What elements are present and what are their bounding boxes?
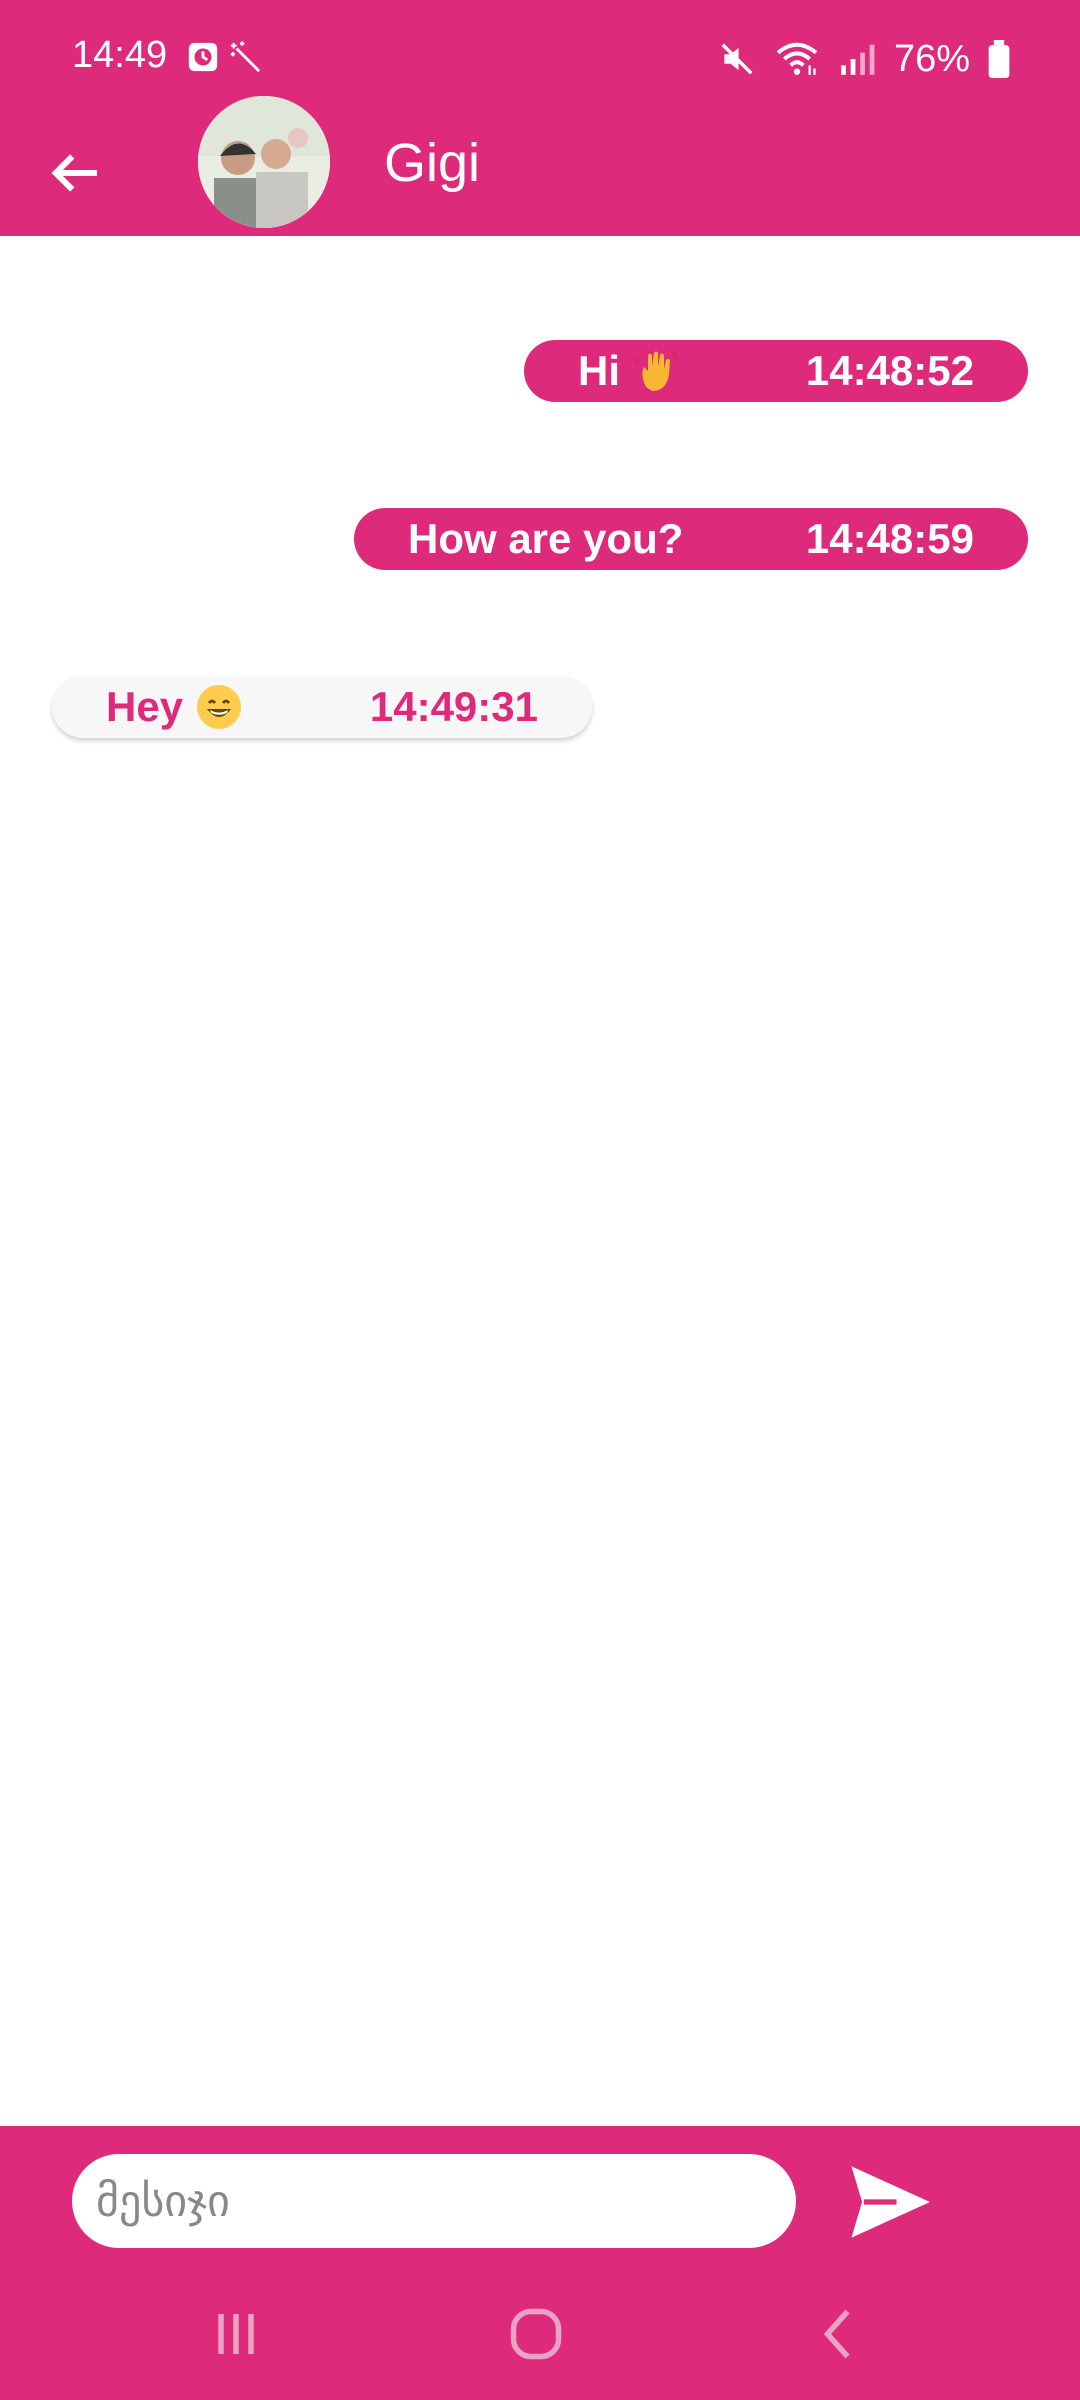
recent-apps-icon[interactable] [206,2304,266,2364]
battery-percentage: 76% [893,37,970,80]
message-time: 14:48:52 [805,347,974,394]
status-bar: 14:49 76% [0,0,1080,118]
waving-hand-emoji [635,351,678,391]
home-icon[interactable] [506,2304,566,2364]
mute-icon [721,43,753,75]
battery-icon [988,40,1010,78]
message-bubble-outgoing[interactable]: Hi 14:48:52 [524,340,1028,402]
send-icon[interactable] [850,2166,930,2238]
grinning-face-emoji [197,685,242,729]
message-bubble-incoming[interactable]: Hey 14:49:31 [52,676,592,738]
message-text: Hi [578,347,620,394]
message-input[interactable] [72,2154,796,2248]
message-list[interactable]: Hi 14:48:52 How are you? 14:48:59 Hey 14… [0,236,1080,2126]
message-text: Hey [106,683,184,730]
back-icon[interactable] [810,2304,870,2364]
message-time: 14:49:31 [369,683,538,730]
chat-header: Gigi [0,96,1080,236]
alarm-icon [188,42,218,72]
system-navigation-bar [0,2264,1080,2400]
contact-name: Gigi [384,133,481,193]
magic-wand-icon [230,41,261,73]
signal-icon [841,44,875,75]
avatar[interactable] [198,96,330,228]
message-text: How are you? [408,515,684,562]
status-time: 14:49 [72,34,168,76]
back-arrow-icon[interactable] [42,140,108,206]
message-time: 14:48:59 [805,515,974,562]
wifi-icon [776,42,818,75]
avatar-photo [198,96,330,228]
message-bubble-outgoing[interactable]: How are you? 14:48:59 [354,508,1028,570]
